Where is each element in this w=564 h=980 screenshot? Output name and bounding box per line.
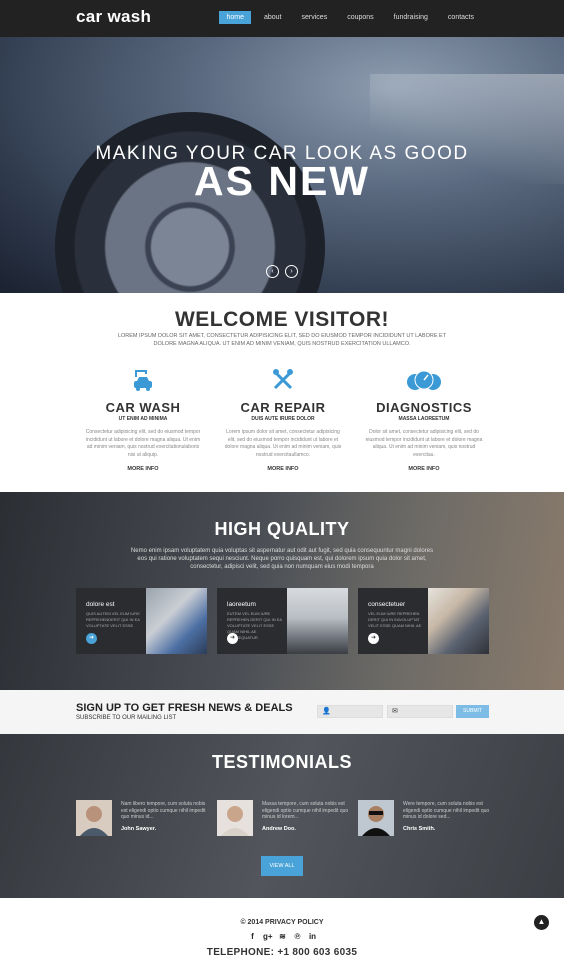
nav-about[interactable]: about (257, 11, 289, 24)
hero-headline-large: AS NEW (194, 158, 370, 204)
avatar (358, 800, 394, 836)
more-info-link[interactable]: MORE INFO (364, 466, 484, 472)
more-info-link[interactable]: MORE INFO (83, 466, 203, 472)
welcome-title: WELCOME VISITOR! (174, 308, 390, 331)
facebook-icon[interactable]: f (248, 932, 257, 941)
quality-card[interactable]: dolore est QUIS AUTEM VEL EUM IURE REPRE… (76, 588, 207, 654)
nav-contacts[interactable]: contacts (441, 11, 481, 24)
service-car-wash: CAR WASH UT ENIM AD MINIMA Consectetur a… (83, 368, 203, 472)
car-front-photo (287, 588, 348, 654)
newsletter-subtitle: SUBSCRIBE TO OUR MAILING LIST (76, 715, 177, 721)
arrow-right-icon[interactable]: ➜ (227, 633, 238, 644)
mechanic-photo (428, 588, 489, 654)
service-car-repair: CAR REPAIR DUIS AUTE IRURE DOLOR Lorem i… (223, 368, 343, 472)
arrow-right-icon[interactable]: ➜ (86, 633, 97, 644)
avatar (217, 800, 253, 836)
logo[interactable]: car wash (76, 7, 151, 27)
wrench-icon (223, 368, 343, 394)
submit-button[interactable]: SUBMIT (456, 705, 489, 718)
rss-icon[interactable]: ≋ (278, 932, 287, 941)
card-text: QUIS AUTEM VEL EUM IURE REPREHENDERIT QU… (86, 611, 140, 628)
main-nav: home about services coupons fundraising … (213, 11, 481, 24)
more-info-link[interactable]: MORE INFO (223, 466, 343, 472)
pinterest-icon[interactable]: ℗ (293, 932, 302, 941)
telephone: TELEPHONE: +1 800 603 6035 (206, 947, 358, 958)
service-text: Lorem ipsum dolor sit amet, consectetur … (224, 429, 342, 458)
car-wash-icon (83, 368, 203, 394)
service-title: CAR REPAIR (240, 400, 326, 415)
card-title: consectetuer (368, 601, 406, 608)
gauge-icon (364, 368, 484, 394)
high-quality-text: Nemo enim ipsam voluptatem quia voluptas… (130, 548, 434, 570)
service-text: Dolor sit amet, consectetur adipisicing … (365, 429, 483, 458)
service-subtitle: UT ENIM AD MINIMA (118, 416, 168, 422)
google-plus-icon[interactable]: g+ (263, 932, 273, 941)
nav-services[interactable]: services (295, 11, 335, 24)
scroll-top-button[interactable]: ▲ (534, 915, 549, 930)
avatar (76, 800, 112, 836)
email-input[interactable]: ✉ (387, 705, 453, 718)
user-icon: 👤 (322, 708, 331, 715)
social-links: f g+ ≋ ℗ in (248, 932, 317, 941)
card-text: VEL EUM IURE REPREHEN DERIT QUI IN EAVOL… (368, 611, 422, 628)
testimonial-author: John Sawyer. (121, 826, 157, 832)
linkedin-icon[interactable]: in (308, 932, 317, 941)
nav-fundraising[interactable]: fundraising (387, 11, 435, 24)
slider-prev-button[interactable]: ‹ (266, 265, 279, 278)
car-service-photo (146, 588, 207, 654)
name-input[interactable]: 👤 (317, 705, 383, 718)
high-quality-title: HIGH QUALITY (214, 519, 350, 539)
view-all-button[interactable]: VIEW ALL (261, 856, 303, 876)
arrow-right-icon[interactable]: ➜ (368, 633, 379, 644)
testimonial-author: Chris Smith. (403, 826, 436, 832)
copyright-text[interactable]: © 2014 PRIVACY POLICY (0, 919, 564, 926)
quality-card[interactable]: laoreetum EUTEM VEL EUM IURE REPREHEN DE… (217, 588, 348, 654)
newsletter-title: SIGN UP TO GET FRESH NEWS & DEALS (76, 702, 293, 714)
testimonials-title: TESTIMONIALS (212, 752, 352, 772)
testimonial-text: Nam libero tempore, cum soluta nobis est… (121, 801, 206, 820)
slider-next-button[interactable]: › (285, 265, 298, 278)
testimonial-text: Massa tempore, cum soluta nobis est elig… (262, 801, 349, 820)
welcome-text: LOREM IPSUM DOLOR SIT AMET, CONSECTETUR … (117, 333, 447, 347)
service-title: CAR WASH (105, 400, 181, 415)
card-title: dolore est (86, 601, 115, 608)
card-title: laoreetum (227, 601, 256, 608)
service-title: DIAGNOSTICS (376, 400, 472, 415)
service-subtitle: DUIS AUTE IRURE DOLOR (251, 416, 315, 422)
testimonial-author: Andrew Doo. (262, 826, 296, 832)
nav-coupons[interactable]: coupons (340, 11, 380, 24)
nav-home[interactable]: home (219, 11, 251, 24)
service-diagnostics: DIAGNOSTICS MASSA LAOREETUM Dolor sit am… (364, 368, 484, 472)
testimonial-text: Were tempore, cum soluta nobis est elige… (403, 801, 490, 820)
service-text: Consectetur adipisicing elit, sed do eiu… (85, 429, 201, 458)
quality-card[interactable]: consectetuer VEL EUM IURE REPREHEN DERIT… (358, 588, 489, 654)
email-icon: ✉ (392, 708, 398, 715)
service-subtitle: MASSA LAOREETUM (398, 416, 450, 422)
